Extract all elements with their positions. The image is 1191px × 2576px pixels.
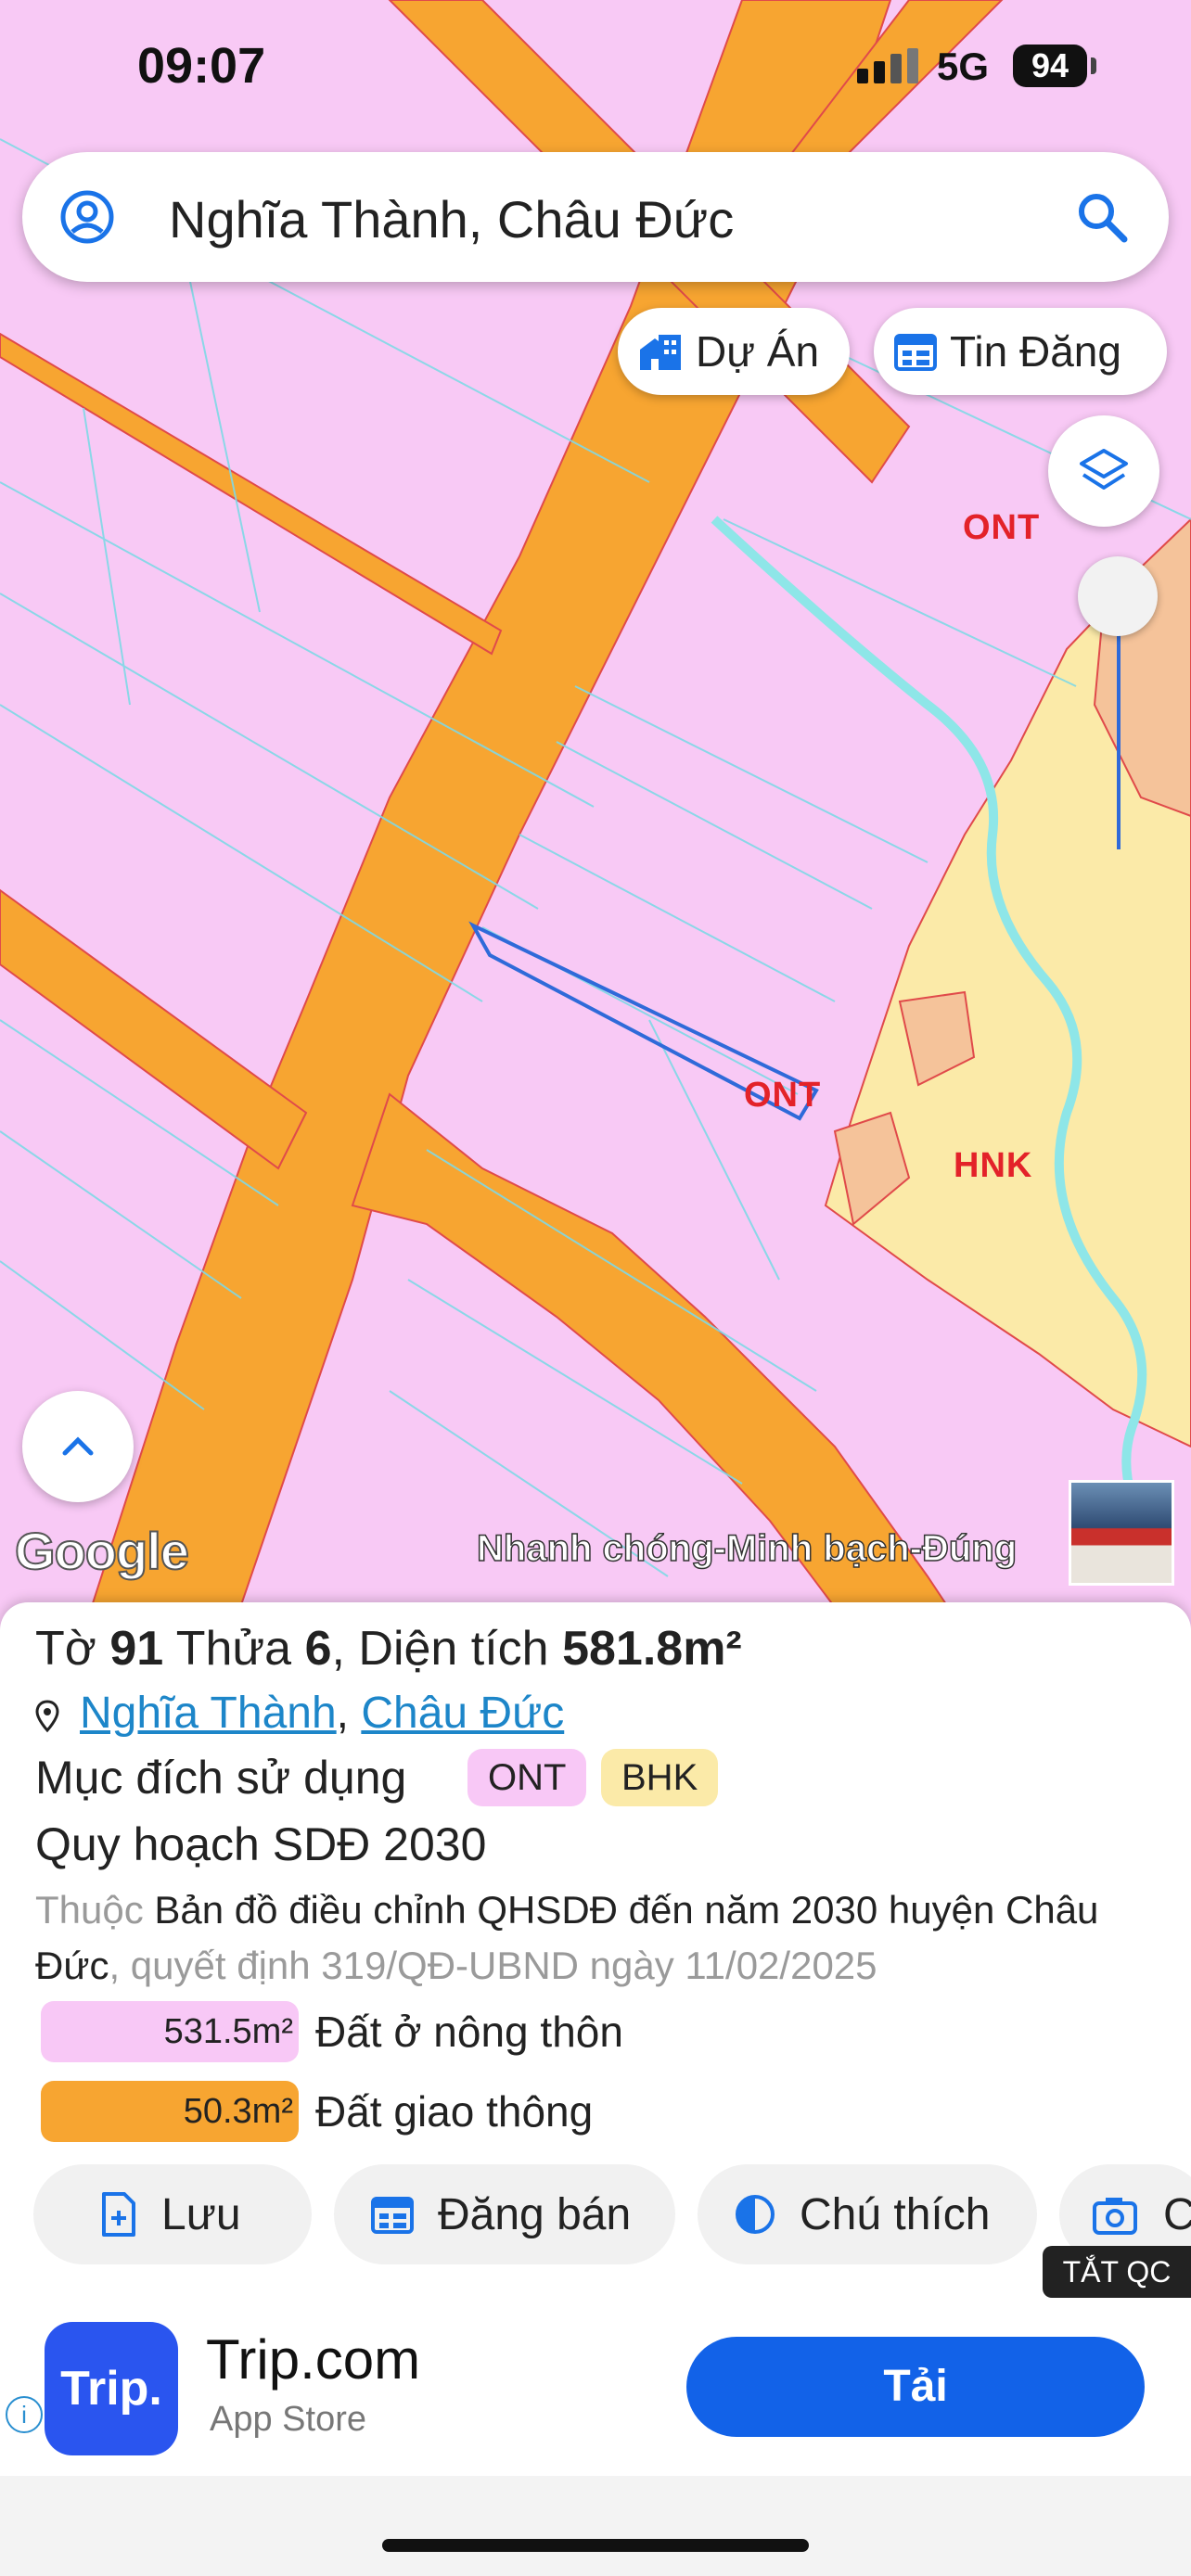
parcel-info-sheet: Tờ 91 Thửa 6, Diện tích 581.8m² Nghĩa Th… xyxy=(0,1602,1191,2335)
plan-title: Quy hoạch SDĐ 2030 xyxy=(35,1818,487,1870)
ward-link[interactable]: Nghĩa Thành xyxy=(80,1689,337,1738)
banner-thumbnail[interactable] xyxy=(1069,1480,1174,1586)
save-button-label: Lưu xyxy=(161,2189,241,2239)
network-type: 5G xyxy=(937,45,990,88)
parcel-zone-label: ONT xyxy=(744,1076,822,1115)
map-view[interactable]: ONT ONT HNK 09:07 5G 94 Nghĩa Thành, Châ… xyxy=(0,0,1191,1632)
app-store-label: App Store xyxy=(210,2400,366,2439)
install-button[interactable]: Tải xyxy=(686,2337,1145,2437)
battery-icon: 94 xyxy=(1013,45,1087,87)
projects-chip-label: Dự Án xyxy=(696,327,820,376)
expand-up-button[interactable] xyxy=(22,1391,134,1502)
search-bar[interactable]: Nghĩa Thành, Châu Đức xyxy=(22,152,1169,282)
post-button-label: Đăng bán xyxy=(438,2189,632,2239)
parcel-area: 581.8m² xyxy=(562,1622,742,1676)
legend-button[interactable]: Chú thích xyxy=(698,2164,1037,2264)
parcel-number: 6 xyxy=(304,1622,332,1676)
ad-banner[interactable]: TẮT QC Trip. Trip.com App Store Tải i xyxy=(0,2246,1191,2476)
app-name: Trip.com xyxy=(206,2328,421,2391)
area-value-residential: 531.5m² xyxy=(41,2001,299,2062)
location-pin-icon xyxy=(35,1700,59,1733)
plan-description: Thuộc Bản đồ điều chỉnh QHSDĐ đến năm 20… xyxy=(35,1888,1099,1987)
app-logo[interactable]: Trip. xyxy=(45,2322,178,2455)
building-icon xyxy=(640,335,681,370)
ad-info-icon[interactable]: i xyxy=(6,2396,43,2433)
layers-icon xyxy=(1080,449,1128,490)
zone-label-hnk: HNK xyxy=(954,1146,1033,1185)
zone-label-ont: ONT xyxy=(963,508,1041,547)
layers-button[interactable] xyxy=(1048,415,1159,527)
parcel-location: Nghĩa Thành, Châu Đức xyxy=(35,1688,564,1739)
area-value-road: 50.3m² xyxy=(41,2081,299,2142)
sheet-number: 91 xyxy=(109,1622,164,1676)
close-ad-button[interactable]: TẮT QC xyxy=(1043,2246,1191,2298)
legend-button-label: Chú thích xyxy=(800,2189,991,2239)
calendar-icon xyxy=(371,2197,414,2234)
google-logo: Google xyxy=(14,1521,190,1581)
chevron-up-icon xyxy=(62,1436,94,1456)
parcel-title: Tờ 91 Thửa 6, Diện tích 581.8m² xyxy=(35,1622,742,1676)
contrast-icon xyxy=(736,2195,775,2234)
land-use-label: Mục đích sử dụng xyxy=(35,1752,407,1804)
cellular-signal-icon xyxy=(857,48,918,83)
listings-chip[interactable]: Tin Đăng xyxy=(874,308,1167,395)
account-icon[interactable] xyxy=(59,189,115,245)
calendar-icon xyxy=(894,334,937,371)
add-file-icon xyxy=(102,2192,135,2237)
district-link[interactable]: Châu Đức xyxy=(361,1689,564,1738)
area-label-road: Đất giao thông xyxy=(315,2087,594,2136)
opacity-slider-handle[interactable] xyxy=(1078,556,1158,636)
status-time: 09:07 xyxy=(137,38,266,94)
capture-button-label: C xyxy=(1163,2189,1191,2239)
post-for-sale-button[interactable]: Đăng bán xyxy=(334,2164,675,2264)
listings-chip-label: Tin Đăng xyxy=(950,327,1121,376)
camera-icon xyxy=(1093,2198,1137,2235)
save-button[interactable]: Lưu xyxy=(33,2164,312,2264)
home-indicator[interactable] xyxy=(382,2539,809,2552)
status-bar: 09:07 5G 94 xyxy=(0,0,1191,139)
projects-chip[interactable]: Dự Án xyxy=(618,308,850,395)
area-label-residential: Đất ở nông thôn xyxy=(315,2008,623,2056)
land-use-tag-bhk: BHK xyxy=(601,1749,719,1806)
battery-tip xyxy=(1091,57,1096,74)
map-banner-text: Nhanh chóng-Minh bạch-Đúng xyxy=(476,1527,1018,1570)
search-icon[interactable] xyxy=(1074,189,1130,245)
land-use-tag-ont: ONT xyxy=(467,1749,587,1806)
search-input[interactable]: Nghĩa Thành, Châu Đức xyxy=(169,189,734,249)
